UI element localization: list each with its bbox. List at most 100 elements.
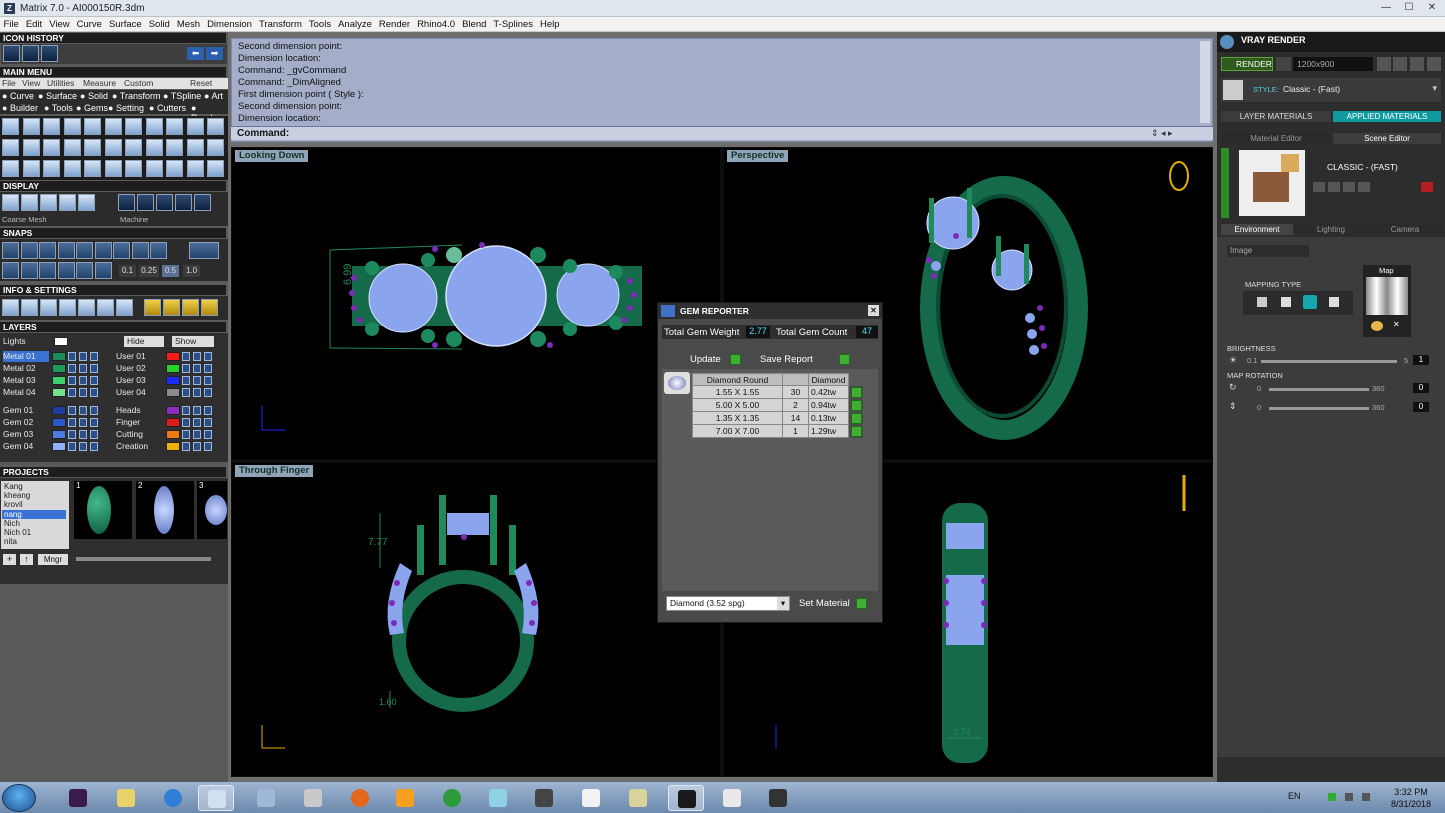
layer-option-icon[interactable] [90, 388, 98, 397]
lock-icon[interactable] [68, 388, 76, 397]
save-report-button[interactable]: Save Report [760, 353, 813, 366]
menu-file[interactable]: File [0, 17, 22, 32]
clock[interactable]: 3:32 PM 8/31/2018 [1381, 786, 1441, 810]
snap-tool-icon[interactable] [94, 262, 112, 279]
cat-tspline[interactable]: ● TSpline [163, 91, 201, 101]
firefox-icon[interactable] [342, 785, 378, 811]
visibility-icon[interactable] [193, 406, 201, 415]
info-tool-icon[interactable] [78, 299, 95, 316]
layer-option-icon[interactable] [204, 364, 212, 373]
layer-option-icon[interactable] [90, 364, 98, 373]
rotate-tool-icon[interactable] [186, 139, 204, 156]
lock-icon[interactable] [68, 406, 76, 415]
layer-color-swatch[interactable] [52, 376, 66, 385]
gem-row-play-icon[interactable] [851, 425, 863, 437]
cmd-scrollbar[interactable] [1200, 41, 1210, 123]
snap-grid-icon[interactable] [189, 242, 219, 259]
extrude-tool-icon[interactable] [104, 139, 122, 156]
layer-option-icon[interactable] [90, 406, 98, 415]
map-dome-icon[interactable] [1329, 297, 1339, 307]
cat-cutters[interactable]: ● Cutters [149, 103, 186, 113]
snap-value-0-5[interactable]: 0.5 [162, 265, 179, 277]
lock-icon[interactable] [182, 418, 190, 427]
collapse-handle[interactable] [1221, 148, 1229, 218]
layer-lights-swatch[interactable] [54, 337, 68, 346]
history-tool-icon[interactable] [22, 45, 39, 62]
start-button[interactable] [2, 784, 36, 812]
snipping-icon[interactable] [295, 785, 331, 811]
menu-tools[interactable]: Tools [305, 17, 334, 32]
history-forward-icon[interactable]: ➡ [206, 47, 223, 60]
tab-lighting[interactable]: Lighting [1295, 224, 1367, 235]
maximize-button[interactable]: ☐ [1398, 1, 1420, 15]
project-item[interactable]: nang [2, 509, 66, 519]
tab-scene-editor[interactable]: Scene Editor [1333, 133, 1441, 144]
menu-edit[interactable]: Edit [22, 17, 45, 32]
extrude-tool-icon[interactable] [104, 160, 122, 177]
notes-icon[interactable] [620, 785, 656, 811]
resolution-select[interactable]: 1200x900 [1293, 57, 1373, 71]
polyline-tool-icon[interactable] [63, 139, 81, 156]
tray-icon[interactable] [1328, 793, 1336, 801]
cat-transform[interactable]: ● Transform [112, 91, 160, 101]
material-mode-icon[interactable] [175, 194, 192, 211]
chevron-down-icon[interactable]: ▾ [1432, 83, 1437, 94]
layer-color-swatch[interactable] [166, 376, 180, 385]
layer-row-left[interactable]: Metal 01 [3, 351, 49, 362]
line-tool-icon[interactable] [2, 139, 19, 156]
matrix-icon[interactable] [668, 785, 704, 811]
premiere-icon[interactable] [60, 785, 96, 811]
material-select[interactable]: Diamond (3.52 spg) ▾ [666, 596, 790, 611]
layer-option-icon[interactable] [90, 352, 98, 361]
menu-rhino[interactable]: Rhino4.0 [414, 17, 459, 32]
history-tool-icon[interactable] [3, 45, 20, 62]
info-tool-icon[interactable] [21, 299, 38, 316]
preset-tool-icon[interactable] [1343, 182, 1355, 192]
layer-option-icon[interactable] [90, 376, 98, 385]
visibility-icon[interactable] [79, 364, 87, 373]
snap-tool-icon[interactable] [76, 262, 93, 279]
layer-color-swatch[interactable] [166, 442, 180, 451]
image-select[interactable]: Image [1227, 245, 1309, 257]
scale-tool-icon[interactable] [207, 118, 224, 135]
settings-tool-icon[interactable] [163, 299, 180, 316]
layer-color-swatch[interactable] [166, 406, 180, 415]
polyline-tool-icon[interactable] [63, 160, 81, 177]
lock-icon[interactable] [182, 442, 190, 451]
line-tool-icon[interactable] [2, 160, 19, 177]
visibility-icon[interactable] [79, 388, 87, 397]
prev-icon[interactable] [1377, 57, 1391, 71]
lock-icon[interactable] [68, 376, 76, 385]
circle-tool-icon[interactable] [84, 139, 101, 156]
snap-tool-icon[interactable] [2, 262, 19, 279]
layer-row-left[interactable]: Metal 02 [3, 363, 49, 374]
list-icon[interactable] [1410, 57, 1424, 71]
brightness-value[interactable]: 1 [1413, 355, 1429, 365]
project-item[interactable]: kheang [2, 491, 66, 500]
rotation-h-slider[interactable] [1269, 388, 1369, 391]
circle-tool-icon[interactable] [84, 118, 101, 135]
box-tool-icon[interactable] [125, 139, 142, 156]
layer-row-right[interactable]: Cutting [116, 429, 160, 440]
project-item[interactable]: Nich [2, 519, 66, 528]
rotation-h-value[interactable]: 0 [1413, 383, 1429, 393]
move-tool-icon[interactable] [166, 139, 183, 156]
layer-row-right[interactable]: User 04 [116, 387, 160, 398]
project-thumb-2[interactable]: 2 [136, 481, 194, 539]
layer-color-swatch[interactable] [52, 352, 66, 361]
visibility-icon[interactable] [193, 430, 201, 439]
menu-mesh[interactable]: Mesh [173, 17, 203, 32]
set-material-play-icon[interactable] [856, 598, 867, 609]
curve-tool-icon[interactable] [43, 139, 60, 156]
snap-tool-icon[interactable] [39, 262, 56, 279]
visibility-icon[interactable] [79, 406, 87, 415]
sphere-tool-icon[interactable] [145, 139, 163, 156]
command-input[interactable] [286, 128, 1146, 139]
set-material-button[interactable]: Set Material [799, 597, 850, 610]
snap-value-1-0[interactable]: 1.0 [183, 265, 200, 277]
layer-color-swatch[interactable] [166, 418, 180, 427]
project-thumb-1[interactable]: 1 [74, 481, 132, 539]
tab-measure[interactable]: Measure [83, 78, 116, 89]
visibility-icon[interactable] [193, 418, 201, 427]
reset-icon[interactable] [1421, 182, 1433, 192]
